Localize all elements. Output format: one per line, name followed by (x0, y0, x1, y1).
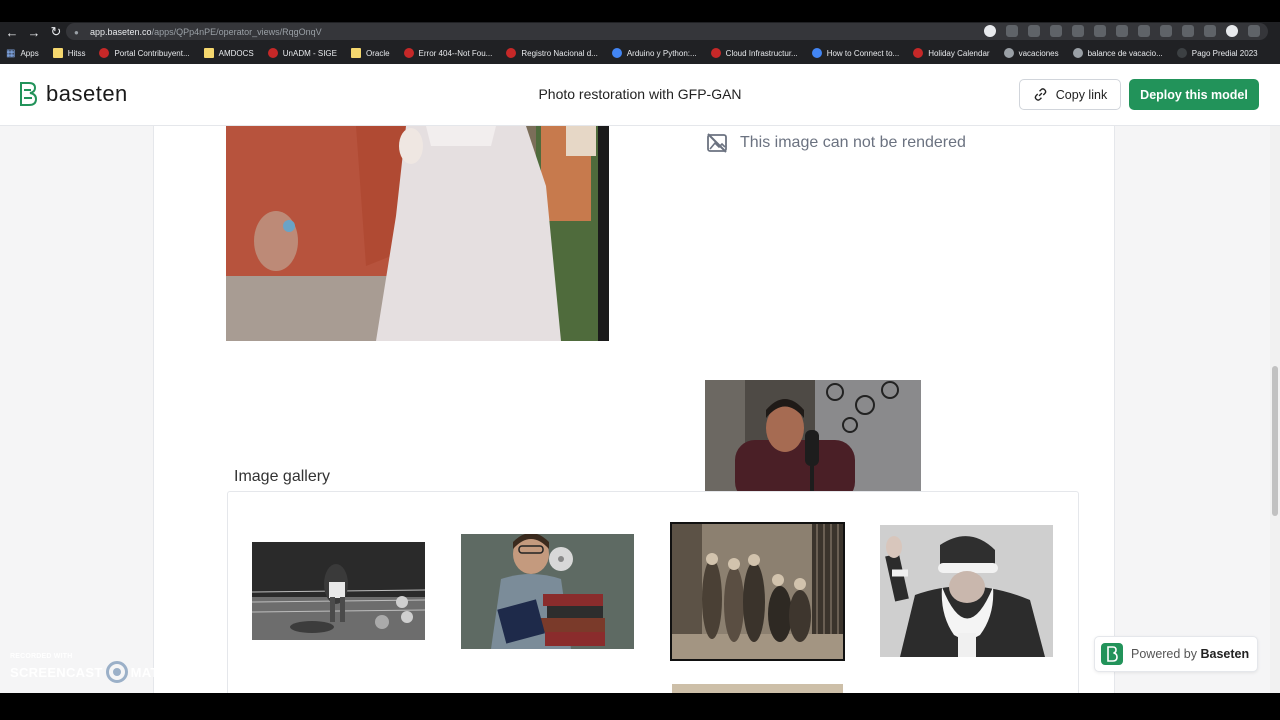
screenshot-icon[interactable] (1138, 25, 1150, 37)
bookmark-error404[interactable]: Error 404--Not Fou... (403, 48, 492, 58)
globe-icon (1003, 48, 1014, 58)
globe-icon (1072, 48, 1083, 58)
navigation-row: ← → ↻ ● app.baseten.co/apps/QPp4nPE/oper… (0, 22, 1280, 42)
bookmark-arduino[interactable]: Arduino y Python:... (611, 48, 697, 58)
bookmark-holiday[interactable]: Holiday Calendar (913, 48, 990, 58)
link-icon (1034, 88, 1047, 101)
bookmark-vacaciones[interactable]: vacaciones (1003, 48, 1059, 58)
sidepanel-icon[interactable] (1204, 25, 1216, 37)
bookmarks-bar: ▦ Apps Hitss Portal Contribuyent... AMDOC… (0, 43, 1280, 63)
gallery-title: Image gallery (234, 468, 331, 485)
scrollbar-thumb[interactable] (1272, 366, 1278, 516)
image-off-icon (707, 133, 727, 153)
webcam-person-image (705, 380, 921, 502)
b-letter-icon (1107, 646, 1118, 662)
folder-icon (350, 48, 361, 58)
bookmark-registro[interactable]: Registro Nacional d... (506, 48, 598, 58)
oracle-icon (403, 48, 414, 58)
app-viewport: baseten Photo restoration with GFP-GAN C… (0, 64, 1280, 693)
star-icon[interactable] (1072, 25, 1084, 37)
bookmark-balance[interactable]: balance de vacacio... (1072, 48, 1163, 58)
blue-square-icon (611, 48, 622, 58)
bookmark-hitss[interactable]: Hitss (52, 48, 85, 58)
red-circle-icon (99, 48, 110, 58)
google-icon[interactable] (984, 25, 996, 37)
couple-photo-image (226, 126, 609, 341)
red-circle-icon (267, 48, 278, 58)
webcam-overlay (705, 380, 921, 502)
bookmark-oracle[interactable]: Oracle (350, 48, 390, 58)
bookmark-amdocs[interactable]: AMDOCS (203, 48, 254, 58)
extension-icon[interactable] (1116, 25, 1128, 37)
back-arrow-icon[interactable]: ← (2, 23, 22, 41)
output-placeholder: This image can not be rendered (706, 132, 966, 154)
bookmark-portal[interactable]: Portal Contribuyent... (99, 48, 190, 58)
folder-icon (203, 48, 214, 58)
powered-by-badge[interactable]: Powered by Baseten (1094, 636, 1258, 672)
gallery-item-partial[interactable] (672, 684, 843, 693)
forward-arrow-icon[interactable]: → (24, 23, 44, 41)
screencast-logo-icon (105, 661, 128, 683)
bookmark-predial[interactable]: Pago Predial 2023 (1176, 48, 1258, 58)
man-with-books-photo (461, 534, 634, 649)
group-portrait-photo (672, 524, 843, 659)
zoom-icon[interactable] (1028, 25, 1040, 37)
translate-icon[interactable] (1006, 25, 1018, 37)
folder-icon (52, 48, 63, 58)
bookmark-howto[interactable]: How to Connect to... (811, 48, 899, 58)
baseten-badge-icon (1101, 643, 1123, 665)
app-header: baseten Photo restoration with GFP-GAN C… (0, 64, 1280, 126)
oracle-icon (913, 48, 924, 58)
x-icon (811, 48, 822, 58)
boxing-photo (252, 542, 425, 640)
profile-avatar[interactable] (1226, 25, 1238, 37)
bookmark-apps[interactable]: ▦ Apps (6, 48, 39, 59)
red-circle-icon (506, 48, 517, 58)
santa-claus-photo (880, 525, 1053, 657)
gallery-item-boxing[interactable] (252, 542, 425, 640)
input-photo (226, 126, 609, 341)
browser-chrome: ← → ↻ ● app.baseten.co/apps/QPp4nPE/oper… (0, 22, 1280, 64)
extension-icon[interactable] (1160, 25, 1172, 37)
gallery-item-santa[interactable] (880, 525, 1053, 657)
copy-link-button[interactable]: Copy link (1019, 79, 1121, 110)
powered-by-text: Powered by Baseten (1131, 647, 1250, 661)
screen: ← → ↻ ● app.baseten.co/apps/QPp4nPE/oper… (0, 0, 1280, 720)
oracle-ring-icon (710, 48, 721, 58)
url-host: app.baseten.co (90, 26, 152, 37)
not-rendered-text: This image can not be rendered (740, 134, 966, 151)
menu-icon[interactable] (1248, 25, 1260, 37)
dark-icon (1176, 48, 1187, 58)
screencast-watermark: RECORDED WITH SCREENCAST MATIC (10, 653, 172, 683)
gallery-item-group-portrait[interactable] (670, 522, 845, 661)
reload-icon[interactable]: ↻ (46, 23, 66, 41)
apps-grid-icon: ▦ (6, 47, 16, 59)
extension-icon[interactable] (1094, 25, 1106, 37)
url-path: /apps/QPp4nPE/operator_views/RqgOnqV (151, 26, 322, 37)
extension-icons (984, 25, 1260, 37)
puzzle-icon[interactable] (1182, 25, 1194, 37)
copy-link-label: Copy link (1055, 87, 1108, 102)
watermark-recorded-with: RECORDED WITH (10, 653, 73, 660)
watermark-logo: SCREENCAST MATIC (10, 661, 172, 683)
bookmark-cloud[interactable]: Cloud Infrastructur... (710, 48, 798, 58)
lock-icon: ● (74, 27, 79, 37)
page-scrollbar[interactable] (1270, 126, 1280, 693)
gallery-item-man-books[interactable] (461, 534, 634, 649)
share-icon[interactable] (1050, 25, 1062, 37)
bookmark-unadm[interactable]: UnADM - SIGE (267, 48, 337, 58)
deploy-model-button[interactable]: Deploy this model (1129, 79, 1259, 110)
